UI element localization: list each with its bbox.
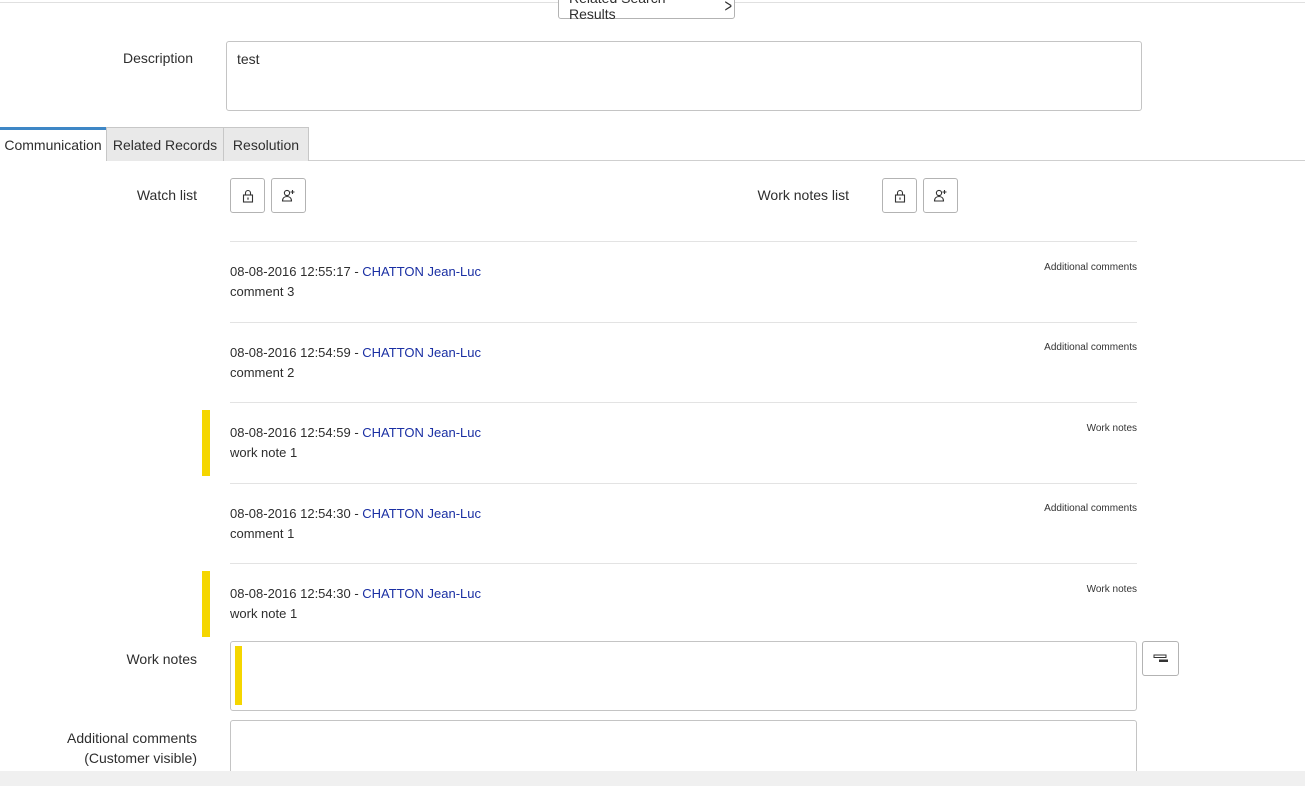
activity-separator xyxy=(230,241,1137,242)
watch-list-lock-button[interactable] xyxy=(230,178,265,213)
entry-timestamp: 08-08-2016 12:54:59 xyxy=(230,425,351,440)
description-field[interactable]: test xyxy=(226,41,1142,111)
activity-entry-type: Work notes xyxy=(1086,423,1137,434)
activity-entry-body: work note 1 xyxy=(230,606,298,621)
entry-separator: - xyxy=(350,425,363,440)
description-label: Description xyxy=(122,50,193,66)
activity-entry-header: 08-08-2016 12:54:30 - CHATTON Jean-Luc xyxy=(230,585,481,603)
post-toggle-button[interactable] xyxy=(1142,641,1179,676)
activity-entry-type: Additional comments xyxy=(1044,342,1137,353)
activity-entry-type: Additional comments xyxy=(1044,503,1137,514)
activity-separator xyxy=(230,322,1137,323)
entry-separator: - xyxy=(350,506,363,521)
add-user-icon xyxy=(281,189,295,202)
tab-communication[interactable]: Communication xyxy=(0,127,106,161)
tab-resolution[interactable]: Resolution xyxy=(223,127,309,161)
entry-author-link[interactable]: CHATTON Jean-Luc xyxy=(362,586,481,601)
chevron-right-icon: > xyxy=(725,0,733,16)
activity-entry-type: Work notes xyxy=(1086,584,1137,595)
work-notes-field[interactable] xyxy=(230,641,1137,711)
work-note-indicator xyxy=(202,410,210,476)
additional-comments-label-line2: (Customer visible) xyxy=(84,750,197,766)
activity-entry-header: 08-08-2016 12:54:59 - CHATTON Jean-Luc xyxy=(230,344,481,362)
activity-entry-body: work note 1 xyxy=(230,445,298,460)
work-notes-list-lock-button[interactable] xyxy=(882,178,917,213)
toggle-fields-icon xyxy=(1153,654,1168,662)
tab-related-records[interactable]: Related Records xyxy=(106,127,224,161)
entry-timestamp: 08-08-2016 12:54:59 xyxy=(230,345,351,360)
activity-entry-header: 08-08-2016 12:54:59 - CHATTON Jean-Luc xyxy=(230,424,481,442)
lock-icon xyxy=(242,189,253,203)
entry-author-link[interactable]: CHATTON Jean-Luc xyxy=(362,425,481,440)
watch-list-label: Watch list xyxy=(136,187,197,203)
activity-entry-header: 08-08-2016 12:54:30 - CHATTON Jean-Luc xyxy=(230,505,481,523)
additional-comments-label-line1: Additional comments xyxy=(67,730,197,746)
activity-entry-header: 08-08-2016 12:55:17 - CHATTON Jean-Luc xyxy=(230,263,481,281)
related-search-results-label: Related Search Results xyxy=(569,0,666,22)
watch-list-add-user-button[interactable] xyxy=(271,178,306,213)
activity-entry-type: Additional comments xyxy=(1044,262,1137,273)
entry-separator: - xyxy=(350,586,363,601)
entry-author-link[interactable]: CHATTON Jean-Luc xyxy=(362,264,481,279)
activity-entry-body: comment 2 xyxy=(230,365,295,380)
activity-entry-body: comment 3 xyxy=(230,284,295,299)
entry-author-link[interactable]: CHATTON Jean-Luc xyxy=(362,506,481,521)
entry-separator: - xyxy=(350,345,363,360)
entry-separator: - xyxy=(350,264,363,279)
entry-timestamp: 08-08-2016 12:54:30 xyxy=(230,586,351,601)
activity-entry-body: comment 1 xyxy=(230,526,295,541)
work-note-field-indicator xyxy=(235,646,242,705)
work-notes-label: Work notes xyxy=(126,651,197,667)
lock-icon xyxy=(894,189,905,203)
entry-timestamp: 08-08-2016 12:54:30 xyxy=(230,506,351,521)
related-search-results-button[interactable]: Related Search Results > xyxy=(558,0,735,22)
work-notes-list-label: Work notes list xyxy=(757,187,849,203)
additional-comments-label: Additional comments (Customer visible) xyxy=(20,728,197,768)
activity-separator xyxy=(230,563,1137,564)
activity-separator xyxy=(230,483,1137,484)
add-user-icon xyxy=(933,189,947,202)
activity-separator xyxy=(230,402,1137,403)
entry-timestamp: 08-08-2016 12:55:17 xyxy=(230,264,351,279)
work-note-indicator xyxy=(202,571,210,637)
bottom-scroll-strip xyxy=(0,771,1305,786)
entry-author-link[interactable]: CHATTON Jean-Luc xyxy=(362,345,481,360)
work-notes-list-add-user-button[interactable] xyxy=(923,178,958,213)
